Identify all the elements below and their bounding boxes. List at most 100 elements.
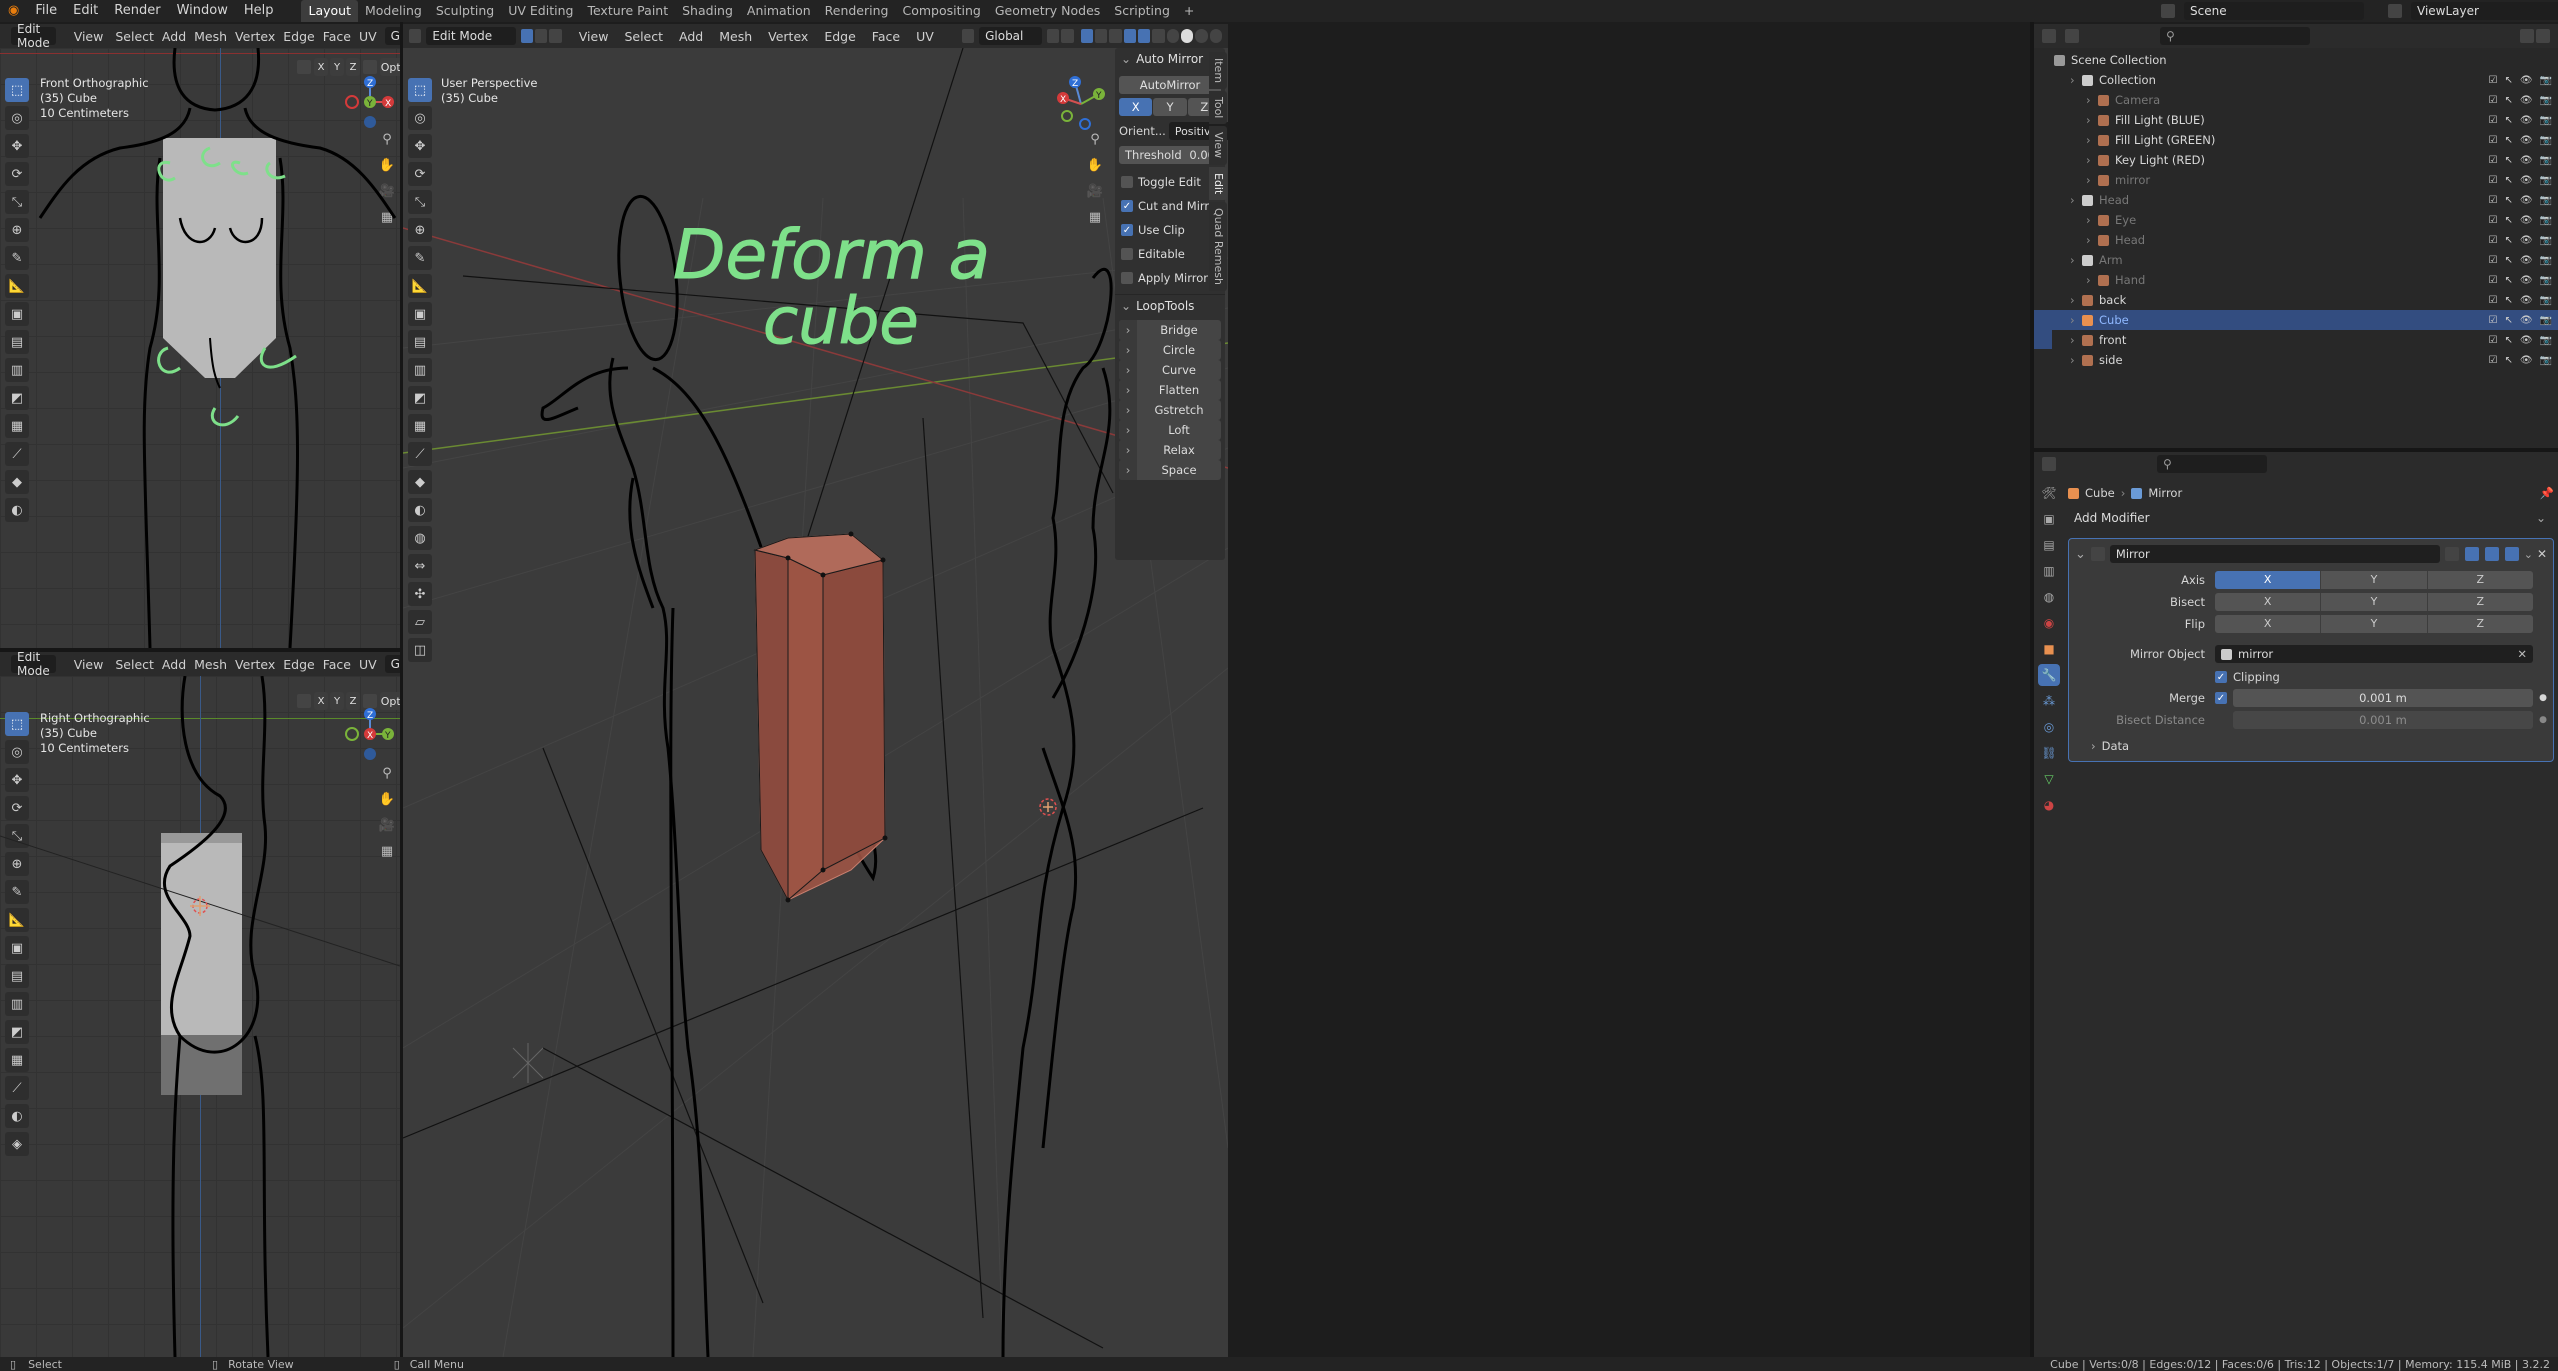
viewport-toggle-icon[interactable] [2484, 547, 2499, 561]
bisect-distance-field[interactable]: 0.001 m [2233, 711, 2533, 729]
select-arrow-icon[interactable]: ↖ [2504, 295, 2512, 306]
bisect-x-toggle[interactable]: X [2215, 593, 2322, 611]
keyframe-dot-icon[interactable]: ● [2533, 693, 2547, 703]
checkbox-icon[interactable]: ☑ [2488, 155, 2497, 166]
tab-view[interactable]: View [1209, 126, 1227, 165]
inset-tool-icon[interactable]: ▥ [408, 358, 432, 382]
checkbox-icon[interactable]: ☑ [2488, 275, 2497, 286]
checkbox-icon[interactable]: ☑ [2488, 95, 2497, 106]
ortho-grid-icon[interactable]: ▦ [1084, 206, 1106, 228]
eye-icon[interactable]: 👁 [2520, 75, 2533, 86]
workspace-tab-animation[interactable]: Animation [740, 0, 818, 22]
select-arrow-icon[interactable]: ↖ [2504, 155, 2512, 166]
menu-edge[interactable]: Edge [279, 657, 318, 672]
expand-chevron-icon[interactable]: › [2086, 133, 2098, 147]
checkbox-icon[interactable]: ☑ [2488, 75, 2497, 86]
menu-mesh[interactable]: Mesh [711, 29, 760, 44]
outliner-row[interactable]: › front ☑ ↖ 👁 📷 [2034, 330, 2558, 350]
mirror-object-field[interactable]: mirror ✕ [2215, 645, 2533, 663]
select-arrow-icon[interactable]: ↖ [2504, 275, 2512, 286]
expand-chevron-icon[interactable]: › [2086, 173, 2098, 187]
rip-tool-icon[interactable]: ◫ [408, 638, 432, 662]
view-layer-tab-icon[interactable]: ▥ [2038, 560, 2060, 582]
blender-logo-icon[interactable]: ◉ [0, 0, 27, 22]
expand-chevron-icon[interactable]: › [2070, 333, 2082, 347]
flip-y-toggle[interactable]: Y [2321, 615, 2428, 633]
clear-icon[interactable]: ✕ [2517, 647, 2527, 661]
camera-icon[interactable]: 📷 [2540, 135, 2552, 146]
view-layer-selector[interactable]: ViewLayer [2411, 2, 2558, 20]
menu-add[interactable]: Add [158, 657, 190, 672]
flip-z-toggle[interactable]: Z [2427, 615, 2533, 633]
outliner-row[interactable]: › Hand ☑ ↖ 👁 📷 [2034, 270, 2558, 290]
camera-view-icon[interactable]: 🎥 [1084, 180, 1106, 202]
workspace-tab-layout[interactable]: Layout [301, 0, 358, 22]
outliner-row[interactable]: › Fill Light (GREEN) ☑ ↖ 👁 📷 [2034, 130, 2558, 150]
outliner-row[interactable]: › mirror ☑ ↖ 👁 📷 [2034, 170, 2558, 190]
menu-uv[interactable]: UV [355, 29, 381, 44]
render-tab-icon[interactable]: ▣ [2038, 508, 2060, 530]
looptools-panel-header[interactable]: ⌄ LoopTools [1115, 294, 1225, 316]
camera-icon[interactable]: 📷 [2540, 195, 2552, 206]
right-viewport-canvas[interactable]: X Y Z Options ⬚ ◎ ✥ ⟳ ⤡ ⊕ ✎ 📐 ▣ ▤ ▥ ◩ ▦ … [0, 676, 400, 1357]
checkbox-icon[interactable]: ☑ [2488, 175, 2497, 186]
chevron-down-icon[interactable]: ⌄ [2075, 547, 2086, 562]
expand-chevron-icon[interactable]: › [2086, 93, 2098, 107]
eye-icon[interactable]: 👁 [2520, 275, 2533, 286]
editor-type-icon[interactable] [2042, 457, 2056, 471]
axis-x-toggle[interactable]: X [2215, 571, 2322, 589]
workspace-tab-scripting[interactable]: Scripting [1107, 0, 1177, 22]
checkbox-icon[interactable]: ☑ [2488, 215, 2497, 226]
looptools-loft[interactable]: › Loft [1119, 420, 1221, 440]
area-divider[interactable] [2030, 22, 2034, 1357]
main-nav-gizmo[interactable]: Z Y X [1053, 76, 1109, 132]
data-tab-icon[interactable]: ▽ [2038, 768, 2060, 790]
expand-chevron-icon[interactable]: › [2070, 253, 2082, 267]
editmode-toggle-icon[interactable] [2464, 547, 2479, 561]
mode-selector[interactable]: Edit Mode [426, 27, 516, 45]
scene-icon[interactable] [2161, 4, 2175, 18]
outliner-row[interactable]: › Cube ☑ ↖ 👁 📷 [2034, 310, 2558, 330]
camera-icon[interactable]: 📷 [2540, 215, 2552, 226]
tab-edit[interactable]: Edit [1209, 166, 1227, 200]
expand-chevron-icon[interactable]: › [2086, 233, 2098, 247]
select-arrow-icon[interactable]: ↖ [2504, 135, 2512, 146]
add-modifier-dropdown[interactable]: Add Modifier ⌄ [2068, 508, 2552, 528]
outliner-row[interactable]: › side ☑ ↖ 👁 📷 [2034, 350, 2558, 370]
workspace-tab-uv-editing[interactable]: UV Editing [501, 0, 580, 22]
wireframe-shading-icon[interactable] [1166, 29, 1180, 43]
outliner-search-input[interactable]: ⚲ [2160, 27, 2310, 45]
outliner-row[interactable]: › back ☑ ↖ 👁 📷 [2034, 290, 2558, 310]
render-toggle-icon[interactable] [2504, 547, 2519, 561]
menu-render[interactable]: Render [106, 0, 168, 22]
front-viewport-canvas[interactable]: X Y Z Options ⬚ ◎ ✥ ⟳ ⤡ ⊕ ✎ 📐 ▣ ▤ ▥ ◩ ▦ … [0, 48, 400, 648]
select-arrow-icon[interactable]: ↖ [2504, 315, 2512, 326]
bisect-z-toggle[interactable]: Z [2427, 593, 2533, 611]
looptools-space[interactable]: › Space [1119, 460, 1221, 480]
menu-view[interactable]: View [66, 29, 112, 44]
looptools-flatten[interactable]: › Flatten [1119, 380, 1221, 400]
mode-selector[interactable]: Edit Mode [11, 650, 56, 678]
smooth-tool-icon[interactable]: ◍ [408, 526, 432, 550]
eye-icon[interactable]: 👁 [2520, 155, 2533, 166]
outliner-row[interactable]: › Eye ☑ ↖ 👁 📷 [2034, 210, 2558, 230]
eye-icon[interactable]: 👁 [2520, 235, 2533, 246]
menu-help[interactable]: Help [236, 0, 282, 22]
workspace-tab-shading[interactable]: Shading [675, 0, 740, 22]
constraints-tab-icon[interactable]: ⛓ [2038, 742, 2060, 764]
edge-select-icon[interactable] [535, 29, 548, 43]
checkbox-icon[interactable]: ☑ [2488, 295, 2497, 306]
cube-mesh[interactable] [753, 531, 888, 903]
eye-icon[interactable]: 👁 [2520, 355, 2533, 366]
select-arrow-icon[interactable]: ↖ [2504, 235, 2512, 246]
overlay-toggle-icon[interactable] [1138, 29, 1151, 43]
outliner-row[interactable]: › Camera ☑ ↖ 👁 📷 [2034, 90, 2558, 110]
clipping-checkbox[interactable]: ✓ [2215, 671, 2227, 683]
area-divider[interactable] [2034, 448, 2558, 452]
bisect-y-toggle[interactable]: Y [2321, 593, 2428, 611]
modifier-tab-icon[interactable]: 🔧 [2038, 664, 2060, 686]
eye-icon[interactable]: 👁 [2520, 315, 2533, 326]
expand-chevron-icon[interactable]: › [2086, 213, 2098, 227]
shear-tool-icon[interactable]: ▱ [408, 610, 432, 634]
xray-icon[interactable] [1152, 29, 1165, 43]
